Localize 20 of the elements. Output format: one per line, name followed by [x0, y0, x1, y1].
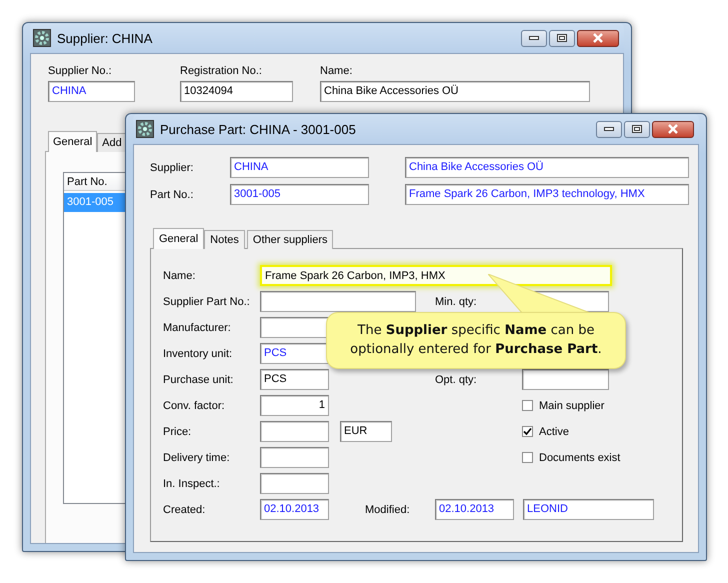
field-label: Opt. qty: [435, 374, 478, 386]
field-label: Name: [163, 270, 196, 282]
window-title: Supplier: CHINA [57, 30, 154, 46]
field-label: Purchase unit: [163, 374, 234, 386]
window-title: Purchase Part: CHINA - 3001-005 [160, 122, 357, 136]
field-label: Part No.: [150, 188, 194, 200]
field-label: Name: [320, 65, 354, 77]
field-label: In. Inspect.: [163, 478, 221, 490]
field-label: Modified: [365, 504, 411, 516]
field-label: Price: [163, 426, 192, 438]
field-label: Supplier No.: [48, 65, 113, 77]
field-label: Manufacturer: [163, 322, 232, 334]
field-label: Supplier: [150, 162, 194, 174]
field-label: Created: [163, 504, 206, 516]
field-label: Delivery time: [163, 452, 231, 464]
field-label: Supplier Part No.: [163, 296, 251, 308]
field-label: Inventory unit: [163, 348, 234, 360]
field-label: Conv. factor: [163, 400, 226, 412]
field-label: Min. qty: [435, 296, 478, 308]
field-label: Registration No.: [180, 65, 263, 77]
